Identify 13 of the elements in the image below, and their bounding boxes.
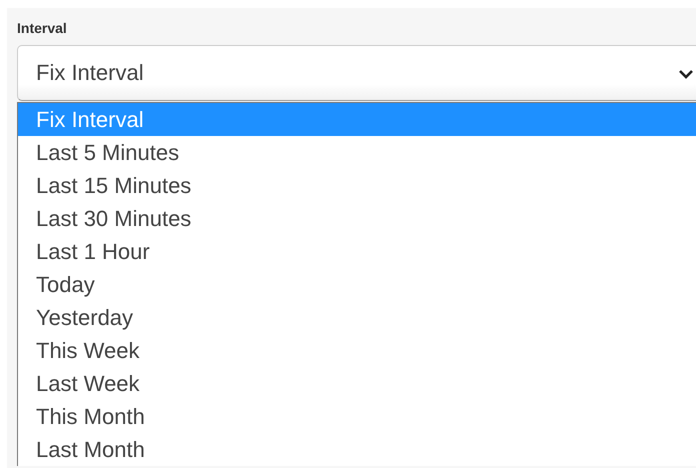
interval-select[interactable]: Fix Interval <box>17 45 696 101</box>
dropdown-option[interactable]: This Week <box>18 334 696 367</box>
dropdown-option[interactable]: Last 30 Minutes <box>18 202 696 235</box>
dropdown-option[interactable]: Last 15 Minutes <box>18 169 696 202</box>
dropdown-option[interactable]: Yesterday <box>18 301 696 334</box>
dropdown-option[interactable]: Last Month <box>18 433 696 466</box>
chevron-down-icon <box>678 69 694 79</box>
dropdown-option[interactable]: Last 1 Hour <box>18 235 696 268</box>
dropdown-option[interactable]: Last 5 Minutes <box>18 136 696 169</box>
dropdown-option[interactable]: Last Week <box>18 367 696 400</box>
field-label: Interval <box>17 20 68 38</box>
dropdown-option[interactable]: Today <box>18 268 696 301</box>
dropdown-option[interactable]: This Month <box>18 400 696 433</box>
